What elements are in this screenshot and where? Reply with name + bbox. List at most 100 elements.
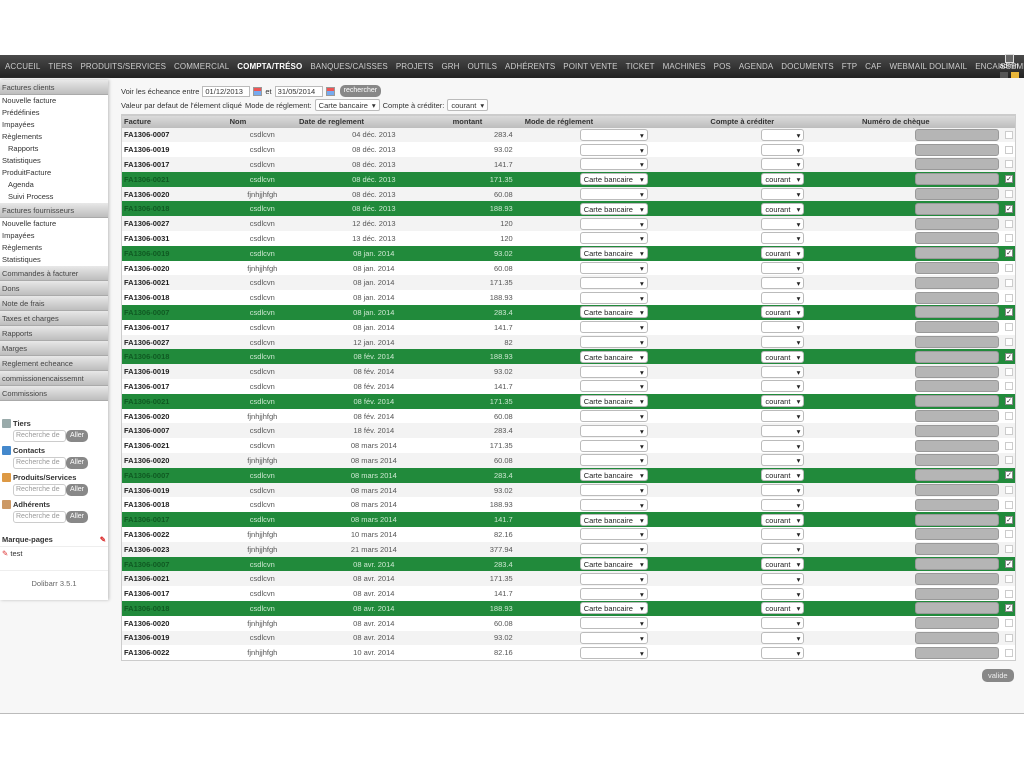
table-row[interactable]: FA1306-0019 csdlcvn 08 mars 2014 93.02 ▾ ▾ [121, 482, 1016, 498]
cheque-number-input[interactable] [915, 439, 999, 452]
nav-item[interactable]: FTP [842, 62, 857, 71]
compte-select[interactable]: ▾ [761, 484, 805, 497]
sidebar-item[interactable]: Règlements [0, 242, 108, 254]
sidebar-section[interactable]: Reglement echeance [0, 356, 108, 371]
compte-select[interactable]: ▾ [761, 454, 805, 467]
date-to-input[interactable]: 31/05/2014 [274, 85, 323, 97]
invoice-ref[interactable]: FA1306-0019 [121, 142, 228, 158]
compte-select[interactable]: ▾ [761, 587, 805, 600]
row-checkbox[interactable] [1005, 619, 1013, 628]
cheque-number-input[interactable] [915, 321, 999, 334]
cheque-number-input[interactable] [915, 631, 999, 644]
calendar-icon[interactable] [253, 86, 263, 96]
sidebar-item[interactable]: Rapports [0, 143, 108, 155]
table-row[interactable]: FA1306-0017 csdlcvn 08 mars 2014 141.7 Carte… [121, 512, 1016, 528]
row-checkbox[interactable] [1005, 338, 1013, 347]
cheque-number-input[interactable] [915, 528, 999, 541]
compte-select[interactable]: ▾ [761, 336, 805, 349]
mode-select[interactable]: Carte bancaire ▾ [579, 513, 648, 526]
sidebar-section[interactable]: Dons [0, 281, 108, 296]
mode-select[interactable]: ▾ [579, 188, 648, 201]
cheque-number-input[interactable] [915, 558, 999, 570]
sidebar-item[interactable]: Prédéfinies [0, 107, 108, 119]
row-checkbox[interactable] [1005, 412, 1013, 421]
invoice-ref[interactable]: FA1306-0020 [121, 615, 228, 631]
search-input[interactable]: Recherche de [13, 430, 66, 442]
invoice-ref[interactable]: FA1306-0017 [121, 157, 228, 172]
sidebar-item[interactable]: Nouvelle facture [0, 95, 108, 107]
table-row[interactable]: FA1306-0017 csdlcvn 08 avr. 2014 141.7 ▾ ▾ [121, 586, 1016, 601]
table-row[interactable]: FA1306-0018 csdlcvn 08 jan. 2014 188.93 ▾ ▾ [121, 290, 1016, 306]
cheque-number-input[interactable] [915, 646, 999, 659]
invoice-ref[interactable]: FA1306-0017 [121, 586, 228, 601]
compte-select[interactable]: ▾ [761, 498, 805, 511]
go-button[interactable]: Aller [66, 484, 89, 496]
nav-item[interactable]: COMMERCIAL [174, 62, 229, 71]
compte-select[interactable]: courant ▾ [761, 247, 805, 260]
nav-item[interactable]: ADHÉRENTS [505, 62, 555, 71]
cheque-number-input[interactable] [915, 617, 999, 630]
invoice-ref[interactable]: FA1306-0023 [121, 541, 228, 557]
table-row[interactable]: FA1306-0021 csdlcvn 08 fév. 2014 171.35 Cart… [121, 393, 1016, 409]
cheque-number-input[interactable] [915, 469, 999, 482]
table-row[interactable]: FA1306-0027 csdlcvn 12 jan. 2014 82 ▾ ▾ [121, 334, 1016, 350]
sidebar-section[interactable]: commissionencaissemnt [0, 371, 108, 386]
invoice-ref[interactable]: FA1306-0022 [121, 645, 228, 661]
cheque-number-input[interactable] [915, 306, 999, 319]
mode-select[interactable]: ▾ [579, 617, 648, 630]
mode-select[interactable]: ▾ [579, 498, 648, 511]
table-row[interactable]: FA1306-0019 csdlcvn 08 fév. 2014 93.02 ▾ ▾ [121, 364, 1016, 380]
table-row[interactable]: FA1306-0021 csdlcvn 08 avr. 2014 171.35 ▾ ▾ [121, 571, 1016, 587]
table-row[interactable]: FA1306-0007 csdlcvn 08 mars 2014 283.4 Carte… [121, 467, 1016, 483]
invoice-ref[interactable]: FA1306-0017 [121, 319, 228, 335]
table-row[interactable]: FA1306-0020 fjnhjjhfgh 08 fév. 2014 60.08 ▾ ▾ [121, 408, 1016, 424]
cheque-number-input[interactable] [915, 143, 999, 156]
row-checkbox[interactable] [1005, 426, 1013, 435]
compte-select[interactable]: ▾ [761, 543, 805, 556]
cheque-number-input[interactable] [915, 202, 999, 215]
mode-select[interactable]: ▾ [579, 143, 648, 156]
mode-select[interactable]: Carte bancaire ▾ [579, 350, 648, 363]
table-row[interactable]: FA1306-0018 csdlcvn 08 avr. 2014 188.93 Cart… [121, 601, 1016, 616]
nav-item[interactable]: ACCUEIL [5, 62, 40, 71]
nav-item[interactable]: PRODUITS/SERVICES [80, 62, 166, 71]
invoice-ref[interactable]: FA1306-0020 [121, 408, 228, 424]
compte-select[interactable]: ▾ [761, 291, 805, 304]
invoice-ref[interactable]: FA1306-0007 [121, 127, 228, 143]
validate-button[interactable]: valide [982, 669, 1014, 682]
compte-select[interactable]: ▾ [761, 276, 805, 289]
nav-item[interactable]: AGENDA [739, 62, 773, 71]
compte-select[interactable]: ▾ [761, 158, 805, 171]
table-row[interactable]: FA1306-0017 csdlcvn 08 fév. 2014 141.7 ▾ ▾ [121, 379, 1016, 394]
invoice-ref[interactable]: FA1306-0018 [121, 201, 228, 217]
table-row[interactable]: FA1306-0017 csdlcvn 08 déc. 2013 141.7 ▾ ▾ [121, 157, 1016, 172]
compte-select[interactable]: courant ▾ [761, 469, 805, 482]
sidebar-item[interactable]: Impayées [0, 230, 108, 242]
mode-select[interactable]: ▾ [579, 587, 648, 600]
row-checkbox[interactable] [1005, 190, 1013, 199]
table-row[interactable]: FA1306-0020 fjnhjjhfgh 08 mars 2014 60.08 ▾ ▾ [121, 453, 1016, 468]
mode-select[interactable]: Carte bancaire ▾ [579, 395, 648, 408]
row-checkbox[interactable] [1005, 574, 1013, 583]
sidebar-section[interactable]: Note de frais [0, 296, 108, 311]
sidebar-item[interactable]: Agenda [0, 179, 108, 191]
compte-select[interactable]: courant ▾ [761, 602, 805, 615]
cheque-number-input[interactable] [915, 602, 999, 615]
nav-item[interactable]: TIERS [48, 62, 72, 71]
invoice-ref[interactable]: FA1306-0020 [121, 186, 228, 202]
row-checkbox[interactable]: ✓ [1005, 604, 1013, 613]
sidebar-item[interactable]: Statistiques [0, 254, 108, 266]
cheque-number-input[interactable] [915, 543, 999, 556]
search-input[interactable]: Recherche de [13, 511, 66, 523]
invoice-ref[interactable]: FA1306-0020 [121, 453, 228, 468]
mode-select[interactable]: Carte bancaire ▾ [579, 173, 648, 186]
compte-select[interactable]: courant ▾ [761, 350, 805, 363]
nav-item[interactable]: PROJETS [396, 62, 434, 71]
default-mode-select[interactable]: Carte bancaire ▾ [314, 99, 380, 111]
mode-select[interactable]: ▾ [579, 232, 648, 245]
invoice-ref[interactable]: FA1306-0021 [121, 571, 228, 587]
row-checkbox[interactable] [1005, 145, 1013, 154]
nav-item[interactable]: POS [714, 62, 731, 71]
table-row[interactable]: FA1306-0007 csdlcvn 08 avr. 2014 283.4 Carte… [121, 556, 1016, 572]
user-box[interactable]: admin [998, 54, 1020, 80]
